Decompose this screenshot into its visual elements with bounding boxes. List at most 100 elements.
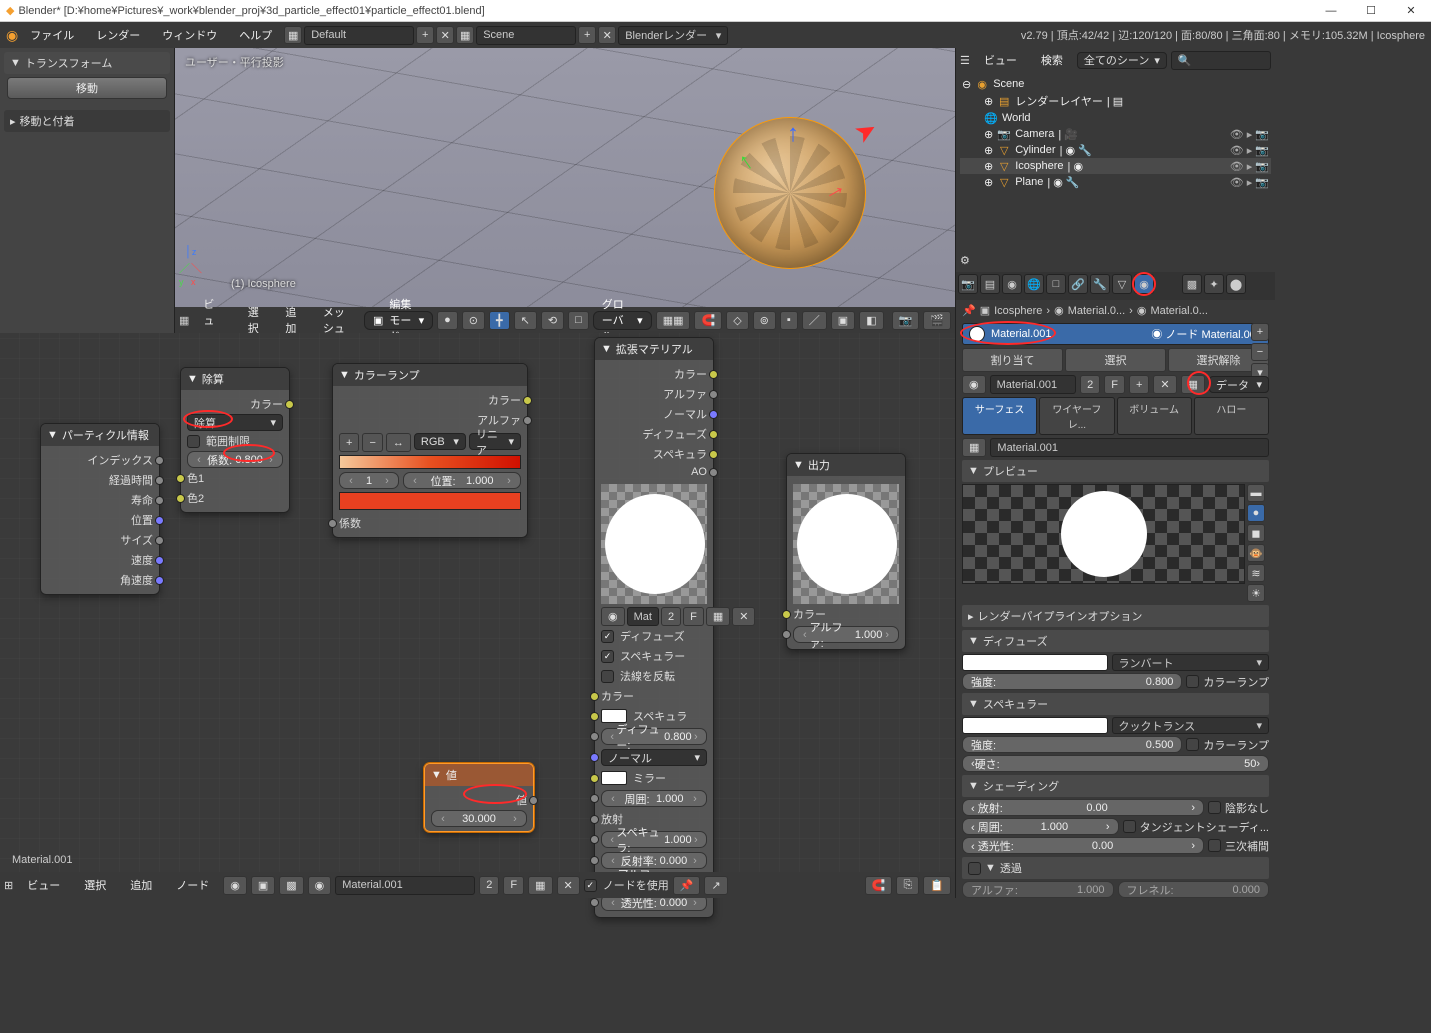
node-color-ramp[interactable]: ▼ カラーランプ カラー アルファ + − ↔ RGB▾ リニア▾ ‹1› ‹位… [332,363,528,538]
tex-tree-icon[interactable]: ▩ [279,876,303,895]
tree-cylinder[interactable]: ⊕▽Cylinder | ◉ 🔧👁 ▸ 📷 [960,142,1271,158]
diffuse-shader-dropdown[interactable]: ランバート▾ [1112,654,1270,671]
use-nodes-checkbox[interactable]: ✓ [584,879,597,892]
ne-material-field[interactable]: Material.001 [335,876,475,895]
tree-scene[interactable]: ⊖◉Scene [960,76,1271,92]
diffuse-checkbox[interactable]: ✓ [601,630,614,643]
material-add-button[interactable]: + [1129,375,1149,394]
outliner-editor-icon[interactable]: ☰ [960,54,970,67]
tree-world[interactable]: 🌐World [960,110,1271,126]
output-alpha-field[interactable]: ‹アルファ:1.000› [793,626,899,643]
material-f-button[interactable]: F [1104,375,1125,394]
tab-particle-icon[interactable]: ✦ [1204,274,1224,294]
material-users[interactable]: 2 [1080,375,1100,394]
translucency-field-prop[interactable]: ‹ 透光性:0.00› [962,837,1204,854]
crumb-object[interactable]: Icosphere [994,305,1042,317]
mesh-select-face-icon[interactable]: ▣ [831,311,855,330]
menu-window[interactable]: ウィンドウ [152,24,227,46]
mat-name-field[interactable]: Mat [627,607,659,626]
material-browse-icon[interactable]: ◉ [962,375,986,394]
specular-shader-dropdown[interactable]: クックトランス▾ [1112,717,1270,734]
preview-cube-icon[interactable]: ◼ [1247,524,1265,542]
snap-ne-icon[interactable]: 🧲 [865,876,893,895]
outliner-search-field[interactable]: 🔍 [1171,51,1271,70]
node-output[interactable]: ▼ 出力 カラー ‹アルファ:1.000› [786,453,906,650]
layers-icon[interactable]: ▦▦ [656,311,691,330]
preview-monkey-icon[interactable]: 🐵 [1247,544,1265,562]
preview-hair-icon[interactable]: ≋ [1247,564,1265,582]
material-unlink-button[interactable]: ✕ [1153,375,1176,394]
halo-tab[interactable]: ハロー [1194,397,1269,435]
outliner-view-menu[interactable]: ビュー [974,49,1027,71]
close-button[interactable]: ✕ [1391,0,1431,22]
crumb-mat1[interactable]: Material.0... [1068,305,1125,317]
scene-field[interactable]: Scene [476,26,576,45]
ambient-field-prop[interactable]: ‹ 周囲:1.000› [962,818,1119,835]
node-mat-browse-icon[interactable]: ▦ [962,438,986,457]
ne-add-menu[interactable]: 追加 [120,874,162,896]
specular-color[interactable] [962,717,1108,734]
pin-icon[interactable]: 📌 [962,304,976,317]
slot-add-button[interactable]: + [1251,323,1269,341]
mat-unlink-button[interactable]: ✕ [732,607,755,626]
node-extended-material[interactable]: ▼ 拡張マテリアル カラー アルファ ノーマル ディフューズ スペキュラ AO … [594,337,714,918]
snap-panel-header[interactable]: ▸ 移動と付着 [4,110,170,132]
shading-solid-icon[interactable]: ● [437,311,458,330]
ambient-field[interactable]: ‹周囲:1.000› [601,790,707,807]
material-link-dropdown[interactable]: データ▾ [1209,376,1269,393]
diffuse-color[interactable] [962,654,1108,671]
shading-panel-header[interactable]: ▼ シェーディング [962,775,1269,797]
transp-alpha-field[interactable]: アルファ:1.000 [962,881,1114,898]
mat-users[interactable]: 2 [661,607,681,626]
editor-type-icon[interactable]: ▦ [179,314,189,327]
ramp-pos-field[interactable]: ‹位置:1.000› [403,472,521,489]
value-field[interactable]: ‹30.000› [431,810,527,827]
tab-world-icon[interactable]: 🌐 [1024,274,1044,294]
clamp-checkbox[interactable] [187,435,200,448]
diffuse-intensity-field[interactable]: 強度:0.800 [962,673,1182,690]
minimize-button[interactable]: — [1311,0,1351,22]
snap-icon[interactable]: 🧲 [694,311,722,330]
tab-render-icon[interactable]: 📷 [958,274,978,294]
surface-tab[interactable]: サーフェス [962,397,1037,435]
ramp-add-button[interactable]: + [339,433,359,452]
pipeline-panel-header[interactable]: ▸ レンダーパイプラインオプション [962,605,1269,627]
manipulator-icon[interactable]: ╋ [489,311,510,330]
scene-del-button[interactable]: ✕ [598,26,616,44]
layout-browse-icon[interactable]: ▦ [284,26,302,44]
shader-tree-icon[interactable]: ◉ [223,876,247,895]
props-editor-icon[interactable]: ⚙ [960,254,970,267]
editor-type-icon[interactable]: ⊞ [4,879,13,892]
limit-selection-icon[interactable]: ◧ [859,311,883,330]
ne-node-menu[interactable]: ノード [166,874,219,896]
mirror-color-chip[interactable] [601,771,627,785]
emit-field[interactable]: ‹ 放射:0.00› [962,799,1204,816]
transparency-panel-header[interactable]: ▼ 透過 [962,857,1269,879]
node-editor[interactable]: ▼ パーティクル情報 インデックス 経過時間 寿命 位置 サイズ 速度 角速度 … [0,333,955,898]
scene-add-button[interactable]: + [578,26,596,44]
mode-dropdown[interactable]: ▣ 編集モード ▾ [364,311,433,330]
menu-file[interactable]: ファイル [20,24,84,46]
manipulator-translate-icon[interactable]: ↖ [514,311,537,330]
pin-icon[interactable]: 📌 [673,876,701,895]
transform-panel-header[interactable]: ▼ トランスフォーム [4,52,170,74]
preview-sky-icon[interactable]: ☀ [1247,584,1265,602]
ne-fake-user[interactable]: F [503,876,524,895]
menu-render[interactable]: レンダー [86,24,150,46]
material-slot[interactable]: Material.001 ◉ ノード Material.001 [962,323,1269,345]
ramp-flip-icon[interactable]: ↔ [386,433,411,452]
tab-data-icon[interactable]: ▽ [1112,274,1132,294]
scene-browse-icon[interactable]: ▦ [456,26,474,44]
comp-tree-icon[interactable]: ▣ [251,876,275,895]
translate-button[interactable]: 移動 [7,77,167,99]
maximize-button[interactable]: ☐ [1351,0,1391,22]
node-value[interactable]: ▼ 値 値 ‹30.000› [424,763,534,832]
material-name-field[interactable]: Material.001 [990,375,1076,394]
ne-node-toggle-icon[interactable]: ▦ [528,876,552,895]
assign-button[interactable]: 割り当て [962,348,1063,372]
tangent-checkbox[interactable] [1123,820,1136,833]
wire-tab[interactable]: ワイヤーフレ... [1039,397,1114,435]
view-menu[interactable]: ビュー [193,293,233,333]
ne-unlink-button[interactable]: ✕ [557,876,580,895]
menu-help[interactable]: ヘルプ [229,24,282,46]
